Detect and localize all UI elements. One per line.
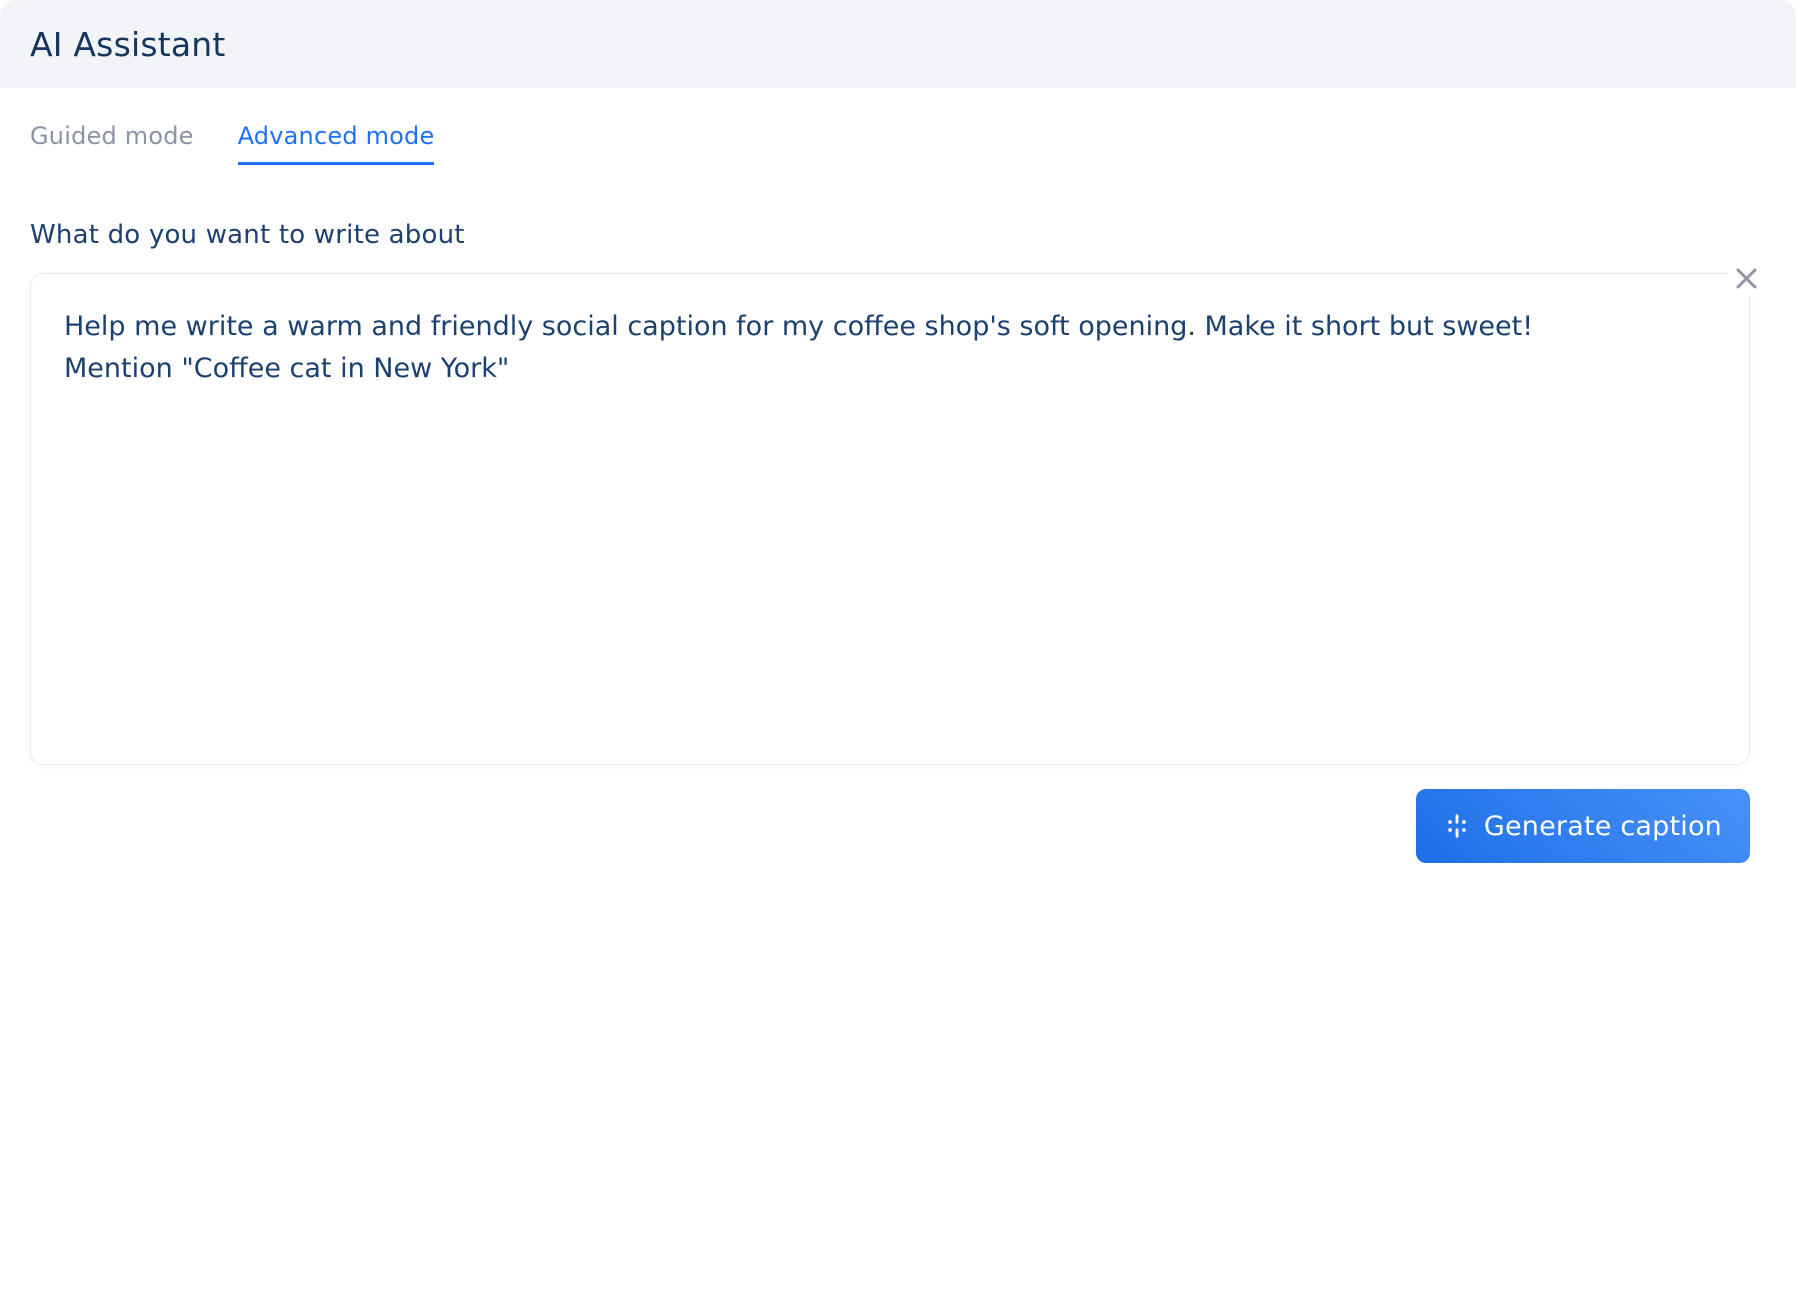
generate-caption-label: Generate caption <box>1484 811 1722 842</box>
prompt-textarea[interactable]: Help me write a warm and friendly social… <box>30 273 1750 765</box>
generate-caption-button[interactable]: Generate caption <box>1416 789 1750 863</box>
tab-guided-mode[interactable]: Guided mode <box>30 122 194 165</box>
mode-tabs: Guided mode Advanced mode <box>30 122 434 165</box>
prompt-label: What do you want to write about <box>30 220 465 250</box>
header-bar: AI Assistant <box>0 0 1796 88</box>
prompt-editor: Help me write a warm and friendly social… <box>30 273 1750 765</box>
page-title: AI Assistant <box>30 25 226 64</box>
actions-row: Generate caption <box>1416 789 1750 863</box>
tab-advanced-mode[interactable]: Advanced mode <box>238 122 435 165</box>
close-icon <box>1733 265 1760 292</box>
close-button[interactable] <box>1728 260 1764 296</box>
sparkle-icon <box>1444 813 1470 839</box>
ai-assistant-panel: AI Assistant Guided mode Advanced mode W… <box>0 0 1796 1302</box>
